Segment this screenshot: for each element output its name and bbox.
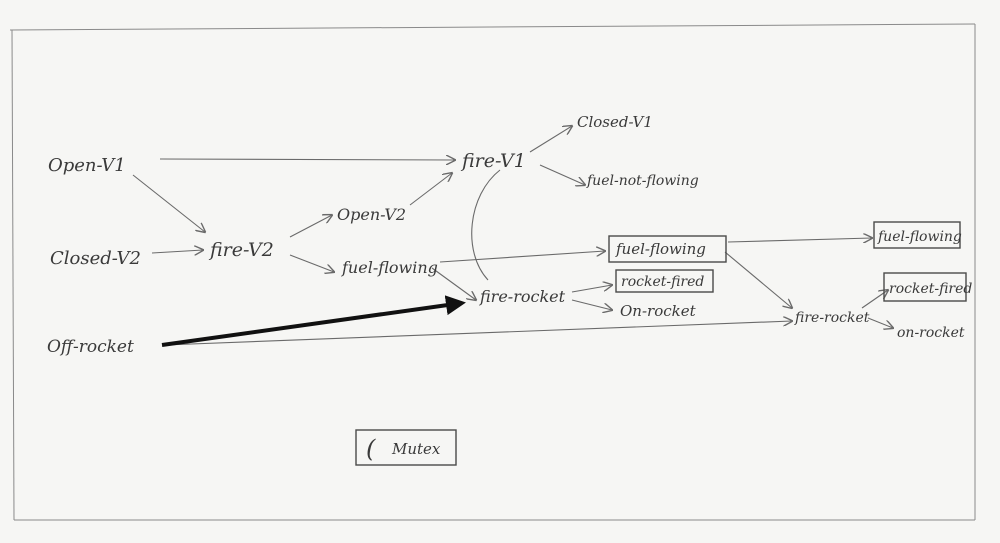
node-fire-rocket-2: fire-rocket [794, 310, 870, 326]
node-fire-v1: fire-V1 [460, 150, 526, 172]
node-fire-rocket-1: fire-rocket [479, 287, 566, 306]
edge-fire-v2-to-fuel-flowing [289, 254, 334, 272]
node-fuel-flowing-2: fuel-flowing [615, 240, 706, 258]
node-labels: Open-V1 Closed-V2 Off-rocket fire-V2 Ope… [47, 113, 972, 357]
node-fire-v2: fire-V2 [208, 239, 274, 261]
edge-fuel-flowing-to-fire-rocket [431, 267, 476, 300]
node-on-rocket-1: On-rocket [620, 302, 697, 320]
node-closed-v2: Closed-V2 [50, 248, 141, 269]
edge-fire-v2-to-open-v2 [289, 215, 332, 238]
node-on-rocket-2: on-rocket [897, 325, 965, 341]
edge-fire-v1-to-fuel-not-flowing [539, 164, 585, 185]
edge-fire-v1-to-closed-v1 [529, 126, 572, 153]
edge-open-v2-to-fire-v1 [409, 173, 452, 206]
edge-fuel-flowing-to-fuel-flowing-2 [439, 251, 605, 263]
edge-closed-v2-to-fire-v2 [151, 250, 203, 253]
node-closed-v1: Closed-V1 [577, 113, 653, 131]
legend-mutex-label: Mutex [391, 440, 441, 458]
page-frame [9, 23, 976, 521]
node-rocket-fired-1: rocket-fired [621, 274, 704, 290]
node-fuel-flowing-1: fuel-flowing [341, 258, 438, 277]
edge-fire-rocket-to-on-rocket [571, 299, 612, 310]
node-fuel-not-flowing: fuel-not-flowing [586, 173, 699, 189]
edge-open-v1-to-fire-v2 [132, 174, 205, 232]
edge-fuel-flowing-2-to-fire-rocket-2 [724, 251, 792, 308]
edge-fire-rocket-to-rocket-fired [571, 285, 612, 293]
diagram-canvas: Open-V1 Closed-V2 Off-rocket fire-V2 Ope… [0, 0, 1000, 543]
node-fuel-flowing-3: fuel-flowing [877, 229, 962, 245]
legend-mutex-symbol: ( [366, 435, 376, 463]
edge-open-v1-to-fire-v1 [159, 159, 455, 160]
legend: ( Mutex [366, 435, 441, 463]
planning-graph-diagram: Open-V1 Closed-V2 Off-rocket fire-V2 Ope… [9, 23, 976, 521]
edge-fuel-flowing-2-to-fuel-flowing-3 [727, 238, 872, 242]
node-rocket-fired-2: rocket-fired [889, 281, 972, 297]
edge-fire-rocket-2-to-on-rocket-2 [867, 317, 893, 328]
node-boxes [355, 221, 967, 466]
node-open-v2: Open-V2 [337, 205, 406, 224]
edge-off-rocket-to-fire-rocket-bold [161, 295, 466, 347]
node-open-v1: Open-V1 [48, 155, 126, 176]
mutex-arc [471, 169, 501, 281]
node-off-rocket: Off-rocket [47, 337, 134, 357]
